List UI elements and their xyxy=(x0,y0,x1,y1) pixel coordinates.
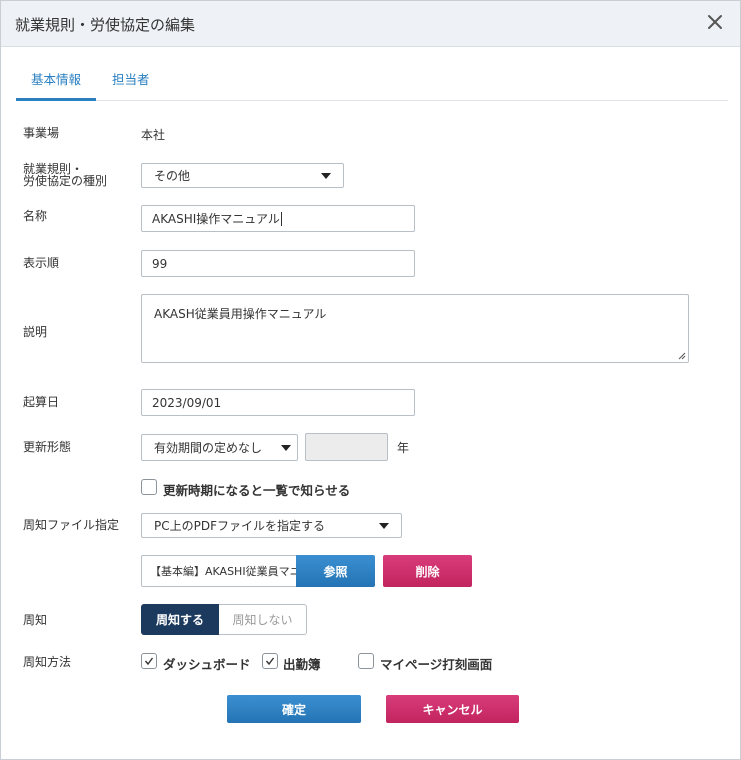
description-label: 説明 xyxy=(23,325,48,339)
dialog-header: 就業規則・労使協定の編集 xyxy=(1,1,740,47)
renewal-notify-label: 更新時期になると一覧で知らせる xyxy=(163,483,351,498)
renewal-years-input xyxy=(305,433,388,461)
description-value: AKASH従業員用操作マニュアル xyxy=(154,307,327,321)
order-input[interactable]: 99 xyxy=(141,250,415,277)
office-value: 本社 xyxy=(141,128,166,142)
renewal-label: 更新形態 xyxy=(23,440,72,454)
resize-grip-icon[interactable] xyxy=(678,352,686,360)
mypage-clock-checkbox[interactable] xyxy=(358,653,374,669)
confirm-button[interactable]: 確定 xyxy=(227,695,361,723)
start-date-value: 2023/09/01 xyxy=(152,395,222,410)
timesheet-checkbox[interactable] xyxy=(262,653,278,669)
chevron-down-icon xyxy=(281,444,291,451)
close-icon[interactable] xyxy=(704,11,726,33)
timesheet-checkbox-label: 出勤簿 xyxy=(283,657,321,672)
type-select[interactable]: その他 xyxy=(141,163,344,188)
checkmark-icon xyxy=(144,657,154,666)
start-date-label: 起算日 xyxy=(23,395,60,409)
office-label: 事業場 xyxy=(23,126,60,140)
notice-method-label: 周知方法 xyxy=(23,655,72,669)
chevron-down-icon xyxy=(321,172,331,179)
checkmark-icon xyxy=(265,657,275,666)
cancel-button[interactable]: キャンセル xyxy=(386,695,519,723)
file-name-value: 【基本編】AKASHI従業員マニ xyxy=(150,565,301,578)
dashboard-checkbox[interactable] xyxy=(141,653,157,669)
renewal-years-unit: 年 xyxy=(397,441,410,455)
chevron-down-icon xyxy=(379,522,389,529)
type-select-value: その他 xyxy=(154,169,191,183)
name-input[interactable]: AKASHI操作マニュアル xyxy=(141,205,415,232)
delete-file-button[interactable]: 削除 xyxy=(383,555,472,587)
browse-button[interactable]: 参照 xyxy=(296,555,375,587)
notice-file-label: 周知ファイル指定 xyxy=(23,518,120,532)
dashboard-checkbox-label: ダッシュボード xyxy=(163,657,251,672)
notice-on-toggle[interactable]: 周知する xyxy=(141,604,219,635)
mypage-clock-checkbox-label: マイページ打刻画面 xyxy=(380,657,493,672)
order-input-value: 99 xyxy=(152,256,168,271)
file-name-display: 【基本編】AKASHI従業員マニ xyxy=(141,555,301,587)
notice-label: 周知 xyxy=(23,613,48,627)
renewal-select-value: 有効期間の定めなし xyxy=(154,441,263,455)
name-label: 名称 xyxy=(23,209,48,223)
notice-file-select[interactable]: PC上のPDFファイルを指定する xyxy=(141,513,402,538)
tab-basic-info[interactable]: 基本情報 xyxy=(16,69,96,101)
start-date-input[interactable]: 2023/09/01 xyxy=(141,389,415,416)
renewal-notify-checkbox[interactable] xyxy=(141,479,157,495)
tab-person-in-charge[interactable]: 担当者 xyxy=(112,69,150,88)
order-label: 表示順 xyxy=(23,256,60,270)
text-cursor xyxy=(280,211,282,226)
renewal-select[interactable]: 有効期間の定めなし xyxy=(141,434,298,461)
edit-dialog: 就業規則・労使協定の編集 基本情報 担当者 事業場 本社 就業規則・ 労使協定の… xyxy=(0,0,741,760)
notice-file-select-value: PC上のPDFファイルを指定する xyxy=(154,519,325,533)
description-textarea[interactable]: AKASH従業員用操作マニュアル xyxy=(141,294,689,363)
tab-bar: 基本情報 担当者 xyxy=(16,61,728,101)
name-input-value: AKASHI操作マニュアル xyxy=(152,212,280,226)
dialog-title: 就業規則・労使協定の編集 xyxy=(15,16,196,34)
type-label-line2: 労使協定の種別 xyxy=(23,174,108,188)
notice-off-toggle[interactable]: 周知しない xyxy=(219,604,307,635)
